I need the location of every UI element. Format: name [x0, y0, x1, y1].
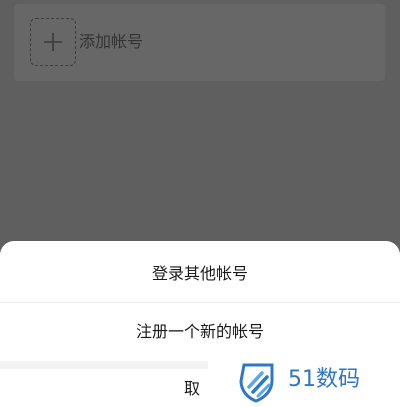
watermark-text: 51数码: [288, 367, 360, 392]
account-card: 添加帐号: [14, 4, 385, 81]
watermark: 51数码: [208, 356, 400, 407]
login-other-account-option[interactable]: 登录其他帐号: [0, 245, 400, 303]
add-account-button[interactable]: [30, 18, 76, 66]
add-account-label[interactable]: 添加帐号: [79, 30, 143, 54]
cancel-label: 取: [184, 379, 201, 398]
screen: 添加帐号 登录其他帐号 注册一个新的帐号 取 51数码: [0, 0, 400, 407]
plus-icon: [44, 33, 62, 51]
shield-logo-icon: [239, 363, 274, 403]
register-new-account-option[interactable]: 注册一个新的帐号: [0, 303, 400, 361]
